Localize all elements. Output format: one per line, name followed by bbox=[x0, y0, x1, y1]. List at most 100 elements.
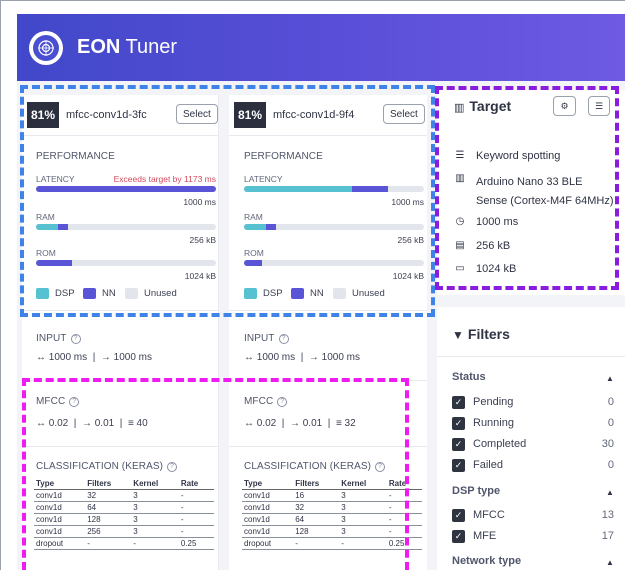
table-cell: - bbox=[178, 489, 214, 502]
check-icon[interactable]: ✓ bbox=[452, 508, 465, 522]
check-icon[interactable]: ✓ bbox=[452, 395, 465, 409]
ram-icon: ▤ bbox=[455, 240, 465, 251]
nn-legend-label: NN bbox=[102, 288, 116, 299]
divider bbox=[229, 135, 427, 136]
table-cell: dropout bbox=[34, 537, 86, 550]
check-icon[interactable]: ✓ bbox=[452, 437, 465, 451]
filter-status-completed[interactable]: ✓ Completed 30 bbox=[452, 436, 614, 452]
filter-dsp-mfe[interactable]: ✓ MFE 17 bbox=[452, 528, 614, 544]
latency-max: 1000 ms bbox=[391, 197, 424, 207]
check-icon[interactable]: ✓ bbox=[452, 416, 465, 430]
rom-icon: ▭ bbox=[455, 263, 465, 274]
dsp-type-collapse-icon[interactable]: ▲ bbox=[606, 488, 614, 497]
help-icon[interactable]: ? bbox=[167, 462, 178, 472]
target-menu-button[interactable]: ☰ bbox=[588, 96, 610, 116]
ram-bar bbox=[36, 224, 216, 230]
dsp-block-label: MFCC? bbox=[244, 396, 288, 407]
chip-icon: ▥ bbox=[454, 102, 465, 114]
table-cell: conv1d bbox=[34, 489, 86, 502]
filter-status-running[interactable]: ✓ Running 0 bbox=[452, 415, 614, 431]
filter-status-failed[interactable]: ✓ Failed 0 bbox=[452, 457, 614, 473]
check-icon[interactable]: ✓ bbox=[452, 458, 465, 472]
table-row: conv1d 16 3- bbox=[242, 489, 422, 502]
divider bbox=[22, 380, 219, 381]
table-cell: 64 bbox=[85, 501, 132, 514]
performance-label: PERFORMANCE bbox=[36, 151, 115, 162]
table-row: conv1d 64 3- bbox=[242, 513, 422, 526]
table-cell: 3 bbox=[131, 501, 179, 514]
nn-bar-segment bbox=[36, 260, 72, 266]
nn-bar-segment bbox=[352, 186, 388, 192]
table-cell: 0.25 bbox=[386, 537, 422, 550]
table-row: conv1d 128 3- bbox=[34, 513, 214, 526]
target-settings-button[interactable]: ⚙ bbox=[553, 96, 576, 116]
status-collapse-icon[interactable]: ▲ bbox=[606, 374, 614, 383]
table-cell: - bbox=[293, 537, 340, 550]
layers-table: Type Filters Kernel Rate conv1d 32 3- conv1d 64… bbox=[34, 478, 214, 550]
rom-max: 1024 kB bbox=[392, 271, 424, 281]
classification-label: CLASSIFICATION (KERAS)? bbox=[36, 461, 178, 472]
network-type-collapse-icon[interactable]: ▲ bbox=[606, 558, 614, 567]
rom-label: ROM bbox=[36, 248, 56, 258]
target-rom-row: ▭ 1024 kB bbox=[452, 263, 516, 275]
nn-legend-label: NN bbox=[310, 288, 324, 299]
table-cell: 3 bbox=[339, 513, 387, 526]
table-cell: - bbox=[386, 501, 422, 514]
filter-dsp-mfcc[interactable]: ✓ MFCC 13 bbox=[452, 507, 614, 523]
divider bbox=[229, 310, 427, 311]
table-cell: conv1d bbox=[34, 501, 86, 514]
latency-bar bbox=[244, 186, 424, 192]
table-cell: 32 bbox=[85, 489, 132, 502]
divider bbox=[437, 356, 625, 357]
table-row: conv1d 256 3- bbox=[34, 525, 214, 538]
table-row: conv1d 32 3- bbox=[34, 489, 214, 502]
filter-status-pending[interactable]: ✓ Pending 0 bbox=[452, 394, 614, 410]
table-header-cell: Rate bbox=[178, 478, 214, 490]
unused-legend-label: Unused bbox=[144, 288, 177, 299]
list-icon: ☰ bbox=[594, 100, 604, 111]
nn-bar-segment bbox=[244, 260, 262, 266]
latency-max: 1000 ms bbox=[183, 197, 216, 207]
target-title: ▥ Target bbox=[454, 98, 512, 114]
rom-bar bbox=[244, 260, 424, 266]
table-cell: conv1d bbox=[242, 513, 294, 526]
table-cell: conv1d bbox=[242, 525, 294, 538]
input-params: ↔ 1000 ms | → 1000 ms bbox=[244, 352, 360, 363]
rom-label: ROM bbox=[244, 248, 264, 258]
help-icon[interactable]: ? bbox=[69, 397, 80, 407]
check-icon[interactable]: ✓ bbox=[452, 529, 465, 543]
table-cell: - bbox=[339, 537, 387, 550]
unused-legend-label: Unused bbox=[352, 288, 385, 299]
table-cell: conv1d bbox=[34, 525, 86, 538]
table-cell: 3 bbox=[131, 513, 179, 526]
select-button[interactable]: Select bbox=[176, 104, 218, 124]
layers-table: Type Filters Kernel Rate conv1d 16 3- conv1d 32… bbox=[242, 478, 422, 550]
table-cell: 3 bbox=[339, 501, 387, 514]
table-cell: dropout bbox=[242, 537, 294, 550]
table-cell: 256 bbox=[85, 525, 132, 538]
divider bbox=[22, 446, 219, 447]
divider bbox=[229, 380, 427, 381]
select-button[interactable]: Select bbox=[383, 104, 425, 124]
model-name: mfcc-conv1d-3fc bbox=[66, 109, 147, 121]
database-icon: ☰ bbox=[455, 150, 465, 161]
ram-max: 256 kB bbox=[189, 235, 216, 245]
chip-icon: ▥ bbox=[455, 173, 465, 184]
help-icon[interactable]: ? bbox=[375, 462, 386, 472]
table-cell: 16 bbox=[293, 489, 340, 502]
help-icon[interactable]: ? bbox=[278, 334, 289, 344]
dsp-bar-segment bbox=[244, 224, 266, 230]
help-icon[interactable]: ? bbox=[70, 334, 81, 344]
target-ram-row: ▤ 256 kB bbox=[452, 240, 510, 252]
table-cell: 128 bbox=[293, 525, 340, 538]
accuracy-badge: 81% bbox=[27, 102, 59, 128]
table-cell: - bbox=[386, 489, 422, 502]
dsp-legend-swatch bbox=[36, 288, 49, 299]
table-header-cell: Filters bbox=[293, 478, 340, 490]
ram-bar bbox=[244, 224, 424, 230]
table-cell: conv1d bbox=[242, 501, 294, 514]
help-icon[interactable]: ? bbox=[277, 397, 288, 407]
table-cell: 3 bbox=[131, 489, 179, 502]
nn-legend-swatch bbox=[83, 288, 96, 299]
network-type-section-label: Network type bbox=[452, 555, 522, 567]
